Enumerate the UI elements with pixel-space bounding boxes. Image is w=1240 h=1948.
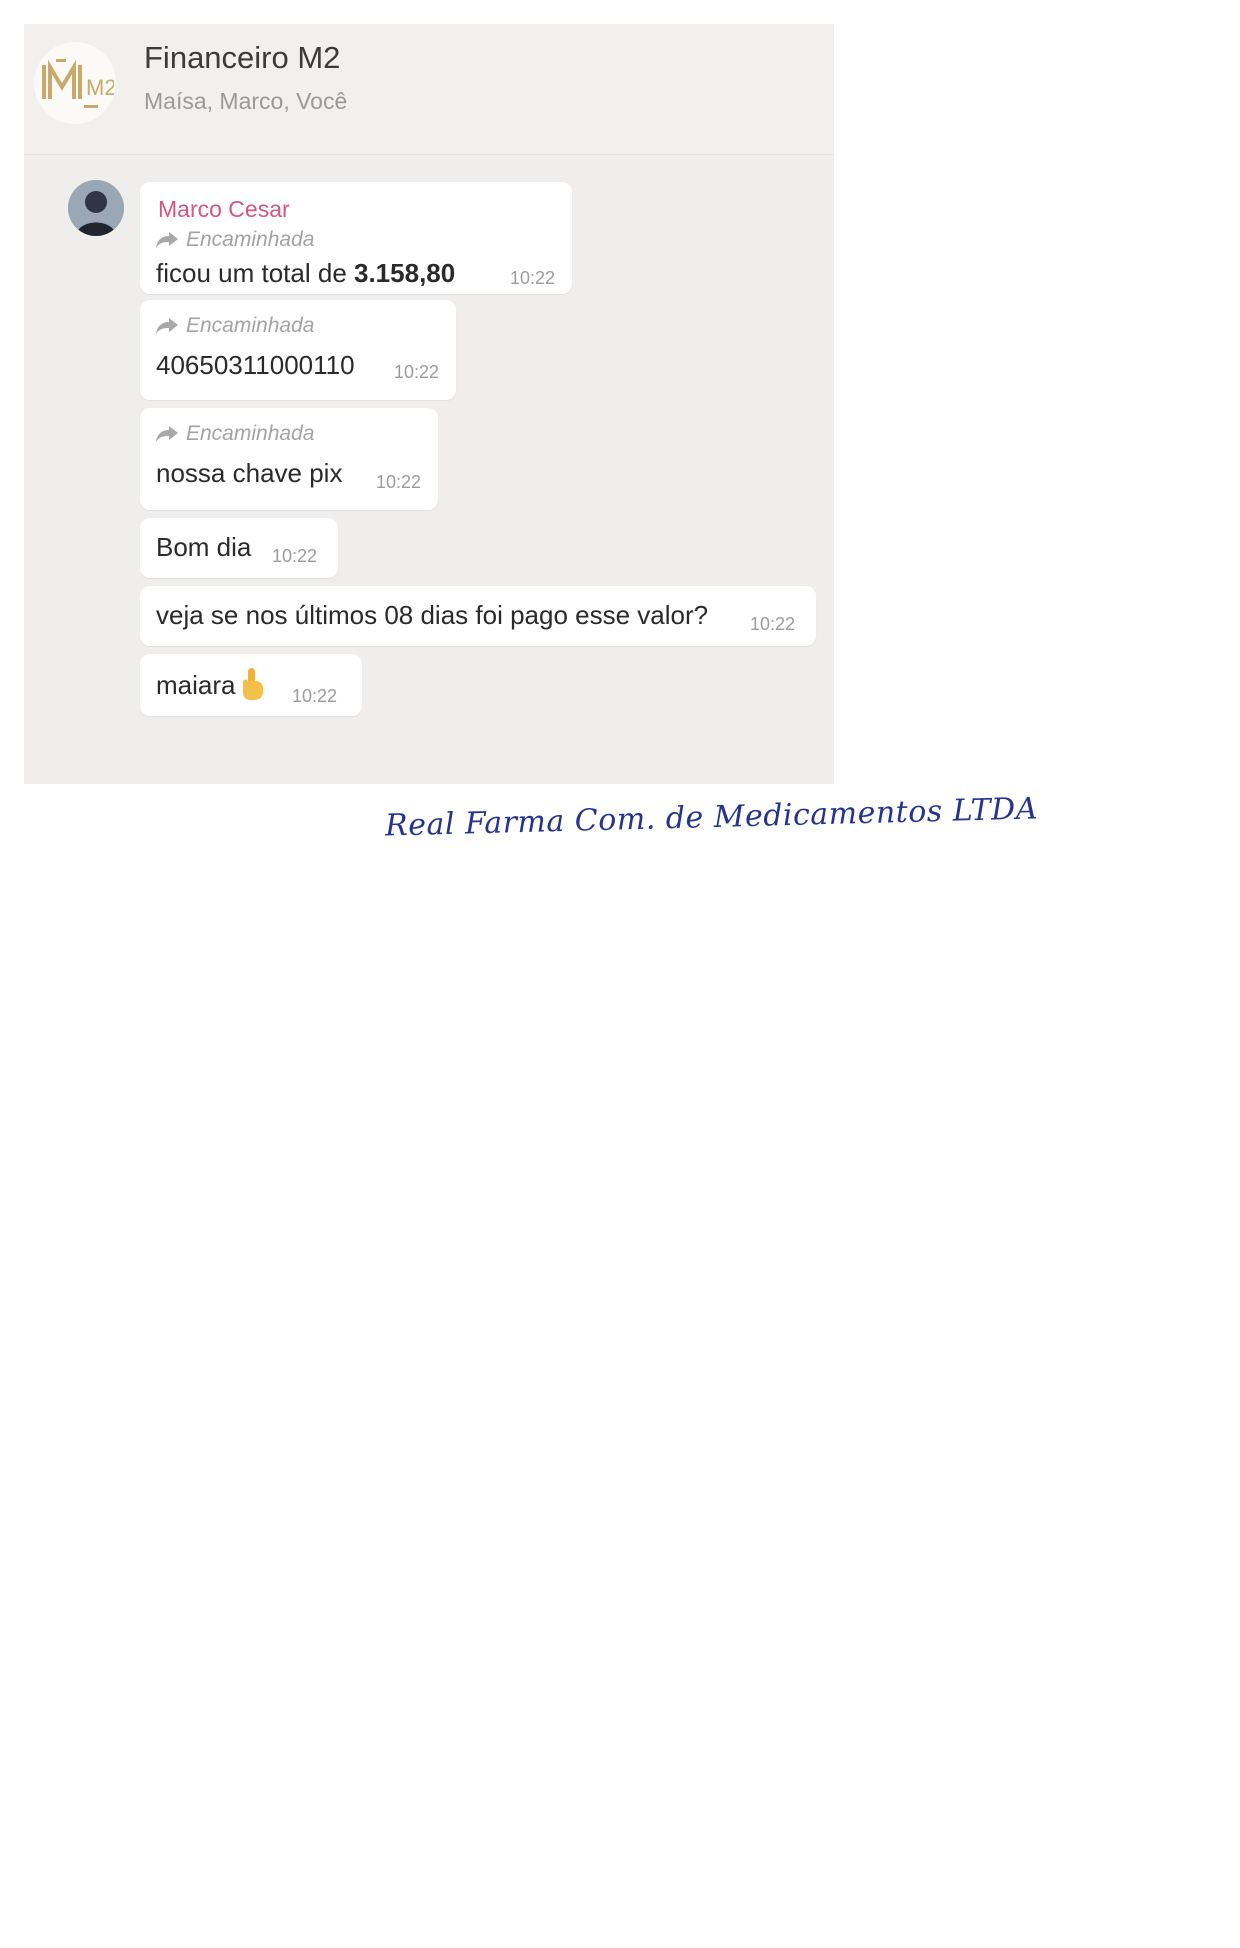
message-bubble[interactable]: Marco Cesar Encaminhada ficou um total d…: [140, 182, 572, 294]
forward-arrow-icon: [156, 318, 178, 334]
message-time: 10:22: [376, 472, 422, 492]
forwarded-text: Encaminhada: [186, 314, 315, 337]
message-time: 10:22: [750, 614, 796, 634]
forwarded-label: Encaminhada: [156, 314, 314, 338]
forward-arrow-icon: [156, 426, 178, 442]
message-bubble[interactable]: Encaminhada 40650311000110 10:22: [140, 300, 456, 400]
message-text: Bom dia: [156, 532, 252, 562]
logo-text: M2: [86, 75, 114, 100]
forwarded-label: Encaminhada: [156, 228, 314, 252]
group-members: Maísa, Marco, Você: [144, 88, 348, 114]
m2-logo-icon: M2: [42, 59, 114, 108]
message-text-prefix: ficou um total de: [156, 258, 354, 288]
sender-name[interactable]: Marco Cesar: [158, 196, 290, 223]
pointing-hand-icon: [243, 668, 264, 700]
forwarded-label: Encaminhada: [156, 422, 314, 446]
message-text: maiara: [156, 668, 267, 701]
message-time: 10:22: [510, 268, 556, 288]
chat-header[interactable]: M2 Financeiro M2 Maísa, Marco, Você: [24, 24, 834, 155]
message-text: veja se nos últimos 08 dias foi pago ess…: [156, 600, 709, 630]
message-bubble[interactable]: Encaminhada nossa chave pix 10:22: [140, 408, 438, 510]
message-bubble[interactable]: maiara 10:22: [140, 654, 362, 716]
forwarded-text: Encaminhada: [186, 228, 315, 251]
message-amount: 3.158,80: [354, 258, 456, 288]
group-title[interactable]: Financeiro M2: [144, 40, 340, 76]
message-text-body: maiara: [156, 670, 236, 700]
message-bubble[interactable]: veja se nos últimos 08 dias foi pago ess…: [140, 586, 816, 646]
forward-arrow-icon: [156, 232, 178, 248]
chat-panel: M2 Financeiro M2 Maísa, Marco, Você Marc…: [24, 24, 834, 784]
person-photo-icon: [68, 180, 124, 236]
message-text: ficou um total de 3.158,80: [156, 258, 455, 289]
message-text: 40650311000110: [156, 350, 355, 380]
message-time: 10:22: [394, 362, 440, 382]
message-bubble[interactable]: Bom dia 10:22: [140, 518, 338, 578]
sender-avatar[interactable]: [68, 180, 124, 236]
handwritten-note: Real Farma Com. de Medicamentos LTDA: [384, 791, 1039, 844]
message-time: 10:22: [272, 546, 318, 566]
message-text: nossa chave pix: [156, 458, 343, 488]
message-time: 10:22: [292, 686, 338, 706]
forwarded-text: Encaminhada: [186, 422, 315, 445]
group-avatar[interactable]: M2: [34, 42, 116, 124]
